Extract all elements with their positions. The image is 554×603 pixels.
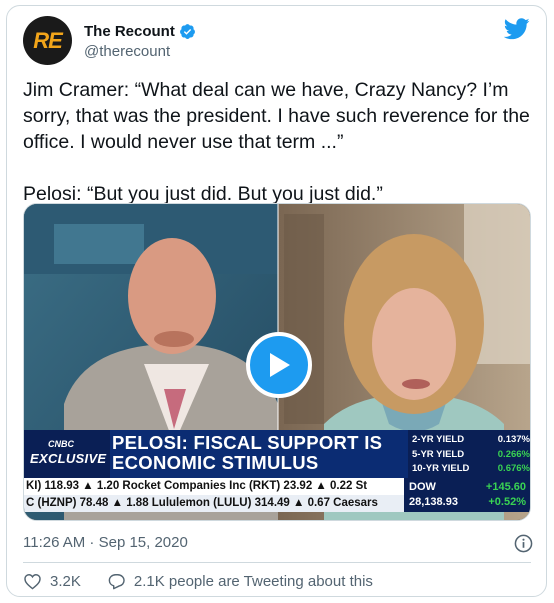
- info-icon[interactable]: [514, 534, 533, 553]
- dow-index-box: DOW +145.60 28,138.93 +0.52%: [404, 478, 530, 512]
- display-name-row: The Recount: [84, 23, 196, 40]
- dow-label: DOW: [409, 481, 436, 493]
- tweet-card[interactable]: RE The Recount @therecount Jim Cramer: “…: [6, 5, 547, 597]
- video-player[interactable]: CNBC EXCLUSIVE PELOSI: FISCAL SUPPORT IS…: [23, 203, 531, 521]
- author-handle[interactable]: @therecount: [84, 43, 196, 60]
- news-headline: PELOSI: FISCAL SUPPORT IS ECONOMIC STIMU…: [112, 432, 383, 473]
- tweet-actions: 3.2K 2.1K people are Tweeting about this: [23, 570, 399, 592]
- yield-value: 0.137%: [497, 434, 530, 445]
- yield-row: 5-YR YIELD 0.266%: [412, 449, 530, 460]
- yield-row: 2-YR YIELD 0.137%: [412, 434, 530, 445]
- avatar[interactable]: RE: [23, 16, 72, 65]
- stock-ticker-line-2: C (HZNP) 78.48 ▲ 1.88 Lululemon (LULU) 3…: [24, 495, 404, 512]
- tweet-timestamp[interactable]: 11:26 AM · Sep 15, 2020: [23, 534, 188, 551]
- timestamp-row: 11:26 AM · Sep 15, 2020: [23, 534, 533, 554]
- yield-label: 10-YR YIELD: [412, 463, 470, 474]
- tweet-header: RE The Recount @therecount: [23, 16, 530, 68]
- avatar-logo-text: RE: [33, 27, 63, 53]
- yields-panel: 2-YR YIELD 0.137% 5-YR YIELD 0.266% 10-Y…: [408, 430, 530, 478]
- yield-label: 5-YR YIELD: [412, 449, 465, 460]
- like-count: 3.2K: [50, 572, 81, 590]
- dow-value: 28,138.93: [409, 496, 458, 508]
- heart-icon: [24, 573, 41, 590]
- conversation-text: 2.1K people are Tweeting about this: [133, 572, 373, 590]
- dow-percent: +0.52%: [488, 496, 526, 508]
- divider: [23, 562, 531, 563]
- cnbc-exclusive-tag: CNBC EXCLUSIVE: [24, 430, 110, 478]
- yield-value: 0.676%: [497, 463, 530, 474]
- verified-badge-icon: [179, 24, 195, 39]
- tweet-text: Jim Cramer: “What deal can we have, Craz…: [23, 79, 530, 205]
- yield-row: 10-YR YIELD 0.676%: [412, 463, 530, 474]
- like-button[interactable]: 3.2K: [23, 572, 81, 591]
- display-name[interactable]: The Recount: [84, 23, 175, 40]
- dow-change: +145.60: [485, 481, 526, 493]
- twitter-bird-icon[interactable]: [504, 18, 530, 40]
- cnbc-banner: CNBC EXCLUSIVE PELOSI: FISCAL SUPPORT IS…: [24, 430, 530, 478]
- stock-ticker-line-1: KI) 118.93 ▲ 1.20 Rocket Companies Inc (…: [24, 478, 404, 495]
- reply-bubble-icon: [108, 573, 125, 589]
- exclusive-label: EXCLUSIVE: [30, 451, 107, 466]
- author-names: The Recount @therecount: [84, 23, 196, 60]
- yield-value: 0.266%: [497, 449, 530, 460]
- yield-label: 2-YR YIELD: [412, 434, 465, 445]
- conversation-button[interactable]: 2.1K people are Tweeting about this: [107, 572, 373, 591]
- play-icon: [270, 353, 290, 377]
- cnbc-logo-text: CNBC: [48, 439, 74, 449]
- play-button[interactable]: [246, 332, 312, 398]
